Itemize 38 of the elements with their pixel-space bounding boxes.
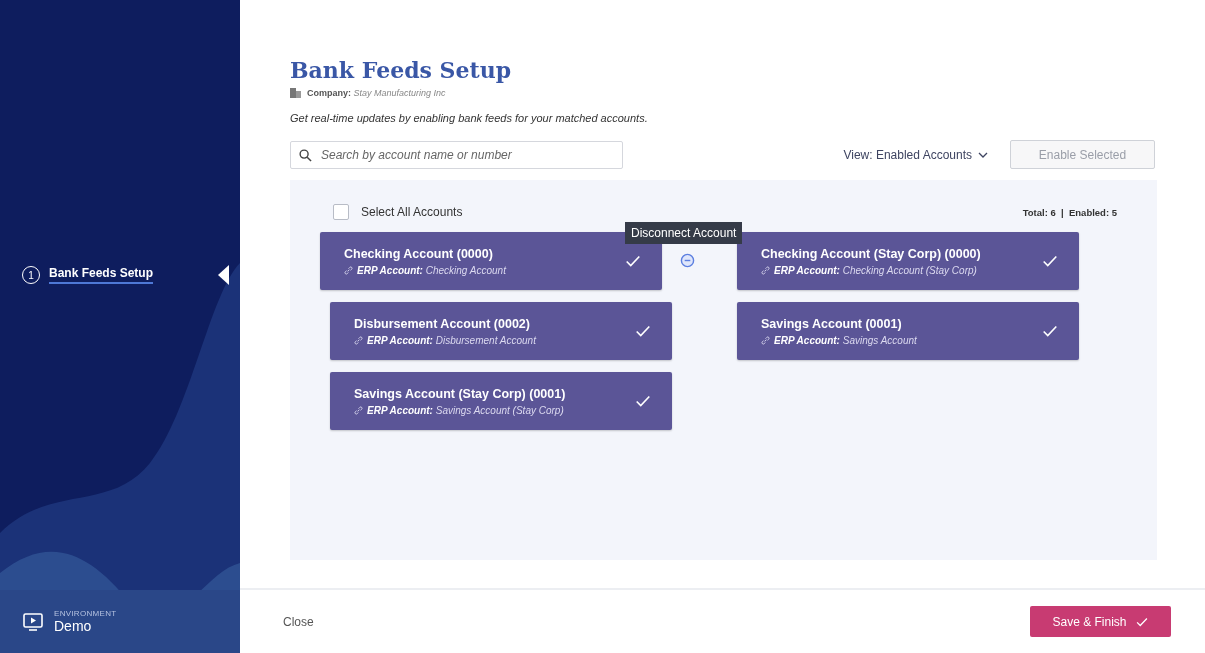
totals-text: Total: 6 | Enabled: 5 xyxy=(1022,206,1117,218)
step-link[interactable]: Bank Feeds Setup xyxy=(49,266,154,284)
search-field[interactable]: Search by account name or number xyxy=(290,140,623,169)
remove-icon[interactable] xyxy=(680,253,695,268)
link-icon xyxy=(761,335,770,345)
account-card[interactable]: Savings Account (0001) ERP Account: Savings Account xyxy=(737,302,1079,360)
description: Get real-time updates by enabling bank feeds for your matched accounts. xyxy=(290,112,649,124)
link-icon xyxy=(354,335,363,345)
save-finish-button[interactable]: Save & Finish xyxy=(1030,606,1171,637)
erp-account-text: ERP Account: Checking Account xyxy=(357,264,506,276)
chevron-down-icon xyxy=(978,151,988,158)
account-name: Checking Account (Stay Corp) (0000) xyxy=(761,246,982,261)
link-icon xyxy=(761,265,770,275)
account-card[interactable]: Checking Account (Stay Corp) (0000) ERP Account: Checking Account (Stay Corp) xyxy=(737,232,1079,290)
view-dropdown[interactable]: View: Enabled Accounts xyxy=(843,147,988,162)
erp-account-text: ERP Account: Savings Account (Stay Corp) xyxy=(367,404,564,416)
company-text: Company: Stay Manufacturing Inc xyxy=(307,88,446,98)
building-icon xyxy=(290,88,301,98)
tooltip: Disconnect Account xyxy=(625,222,743,244)
account-card[interactable]: Disbursement Account (0002) ERP Account: Disbursement Account xyxy=(330,302,672,360)
account-name: Savings Account (0001) xyxy=(761,316,903,331)
link-icon xyxy=(354,405,363,415)
monitor-icon xyxy=(22,610,44,633)
account-name: Disbursement Account (0002) xyxy=(354,316,531,331)
close-button[interactable]: Close xyxy=(283,614,314,629)
link-icon xyxy=(344,265,353,275)
environment-label: ENVIRONMENT xyxy=(54,609,117,618)
account-name: Checking Account (0000) xyxy=(344,246,494,261)
erp-account-text: ERP Account: Savings Account xyxy=(774,334,917,346)
erp-account-text: ERP Account: Disbursement Account xyxy=(367,334,536,346)
erp-account-text: ERP Account: Checking Account (Stay Corp) xyxy=(774,264,977,276)
current-step-pointer xyxy=(218,265,229,285)
account-name: Savings Account (Stay Corp) (0001) xyxy=(354,386,567,401)
page-title: Bank Feeds Setup xyxy=(290,57,512,83)
account-card[interactable]: Savings Account (Stay Corp) (0001) ERP Account: Savings Account (Stay Corp) xyxy=(330,372,672,430)
select-all-label: Select All Accounts xyxy=(361,205,463,219)
environment-value: Demo xyxy=(54,618,93,634)
select-all-checkbox[interactable] xyxy=(333,204,349,220)
